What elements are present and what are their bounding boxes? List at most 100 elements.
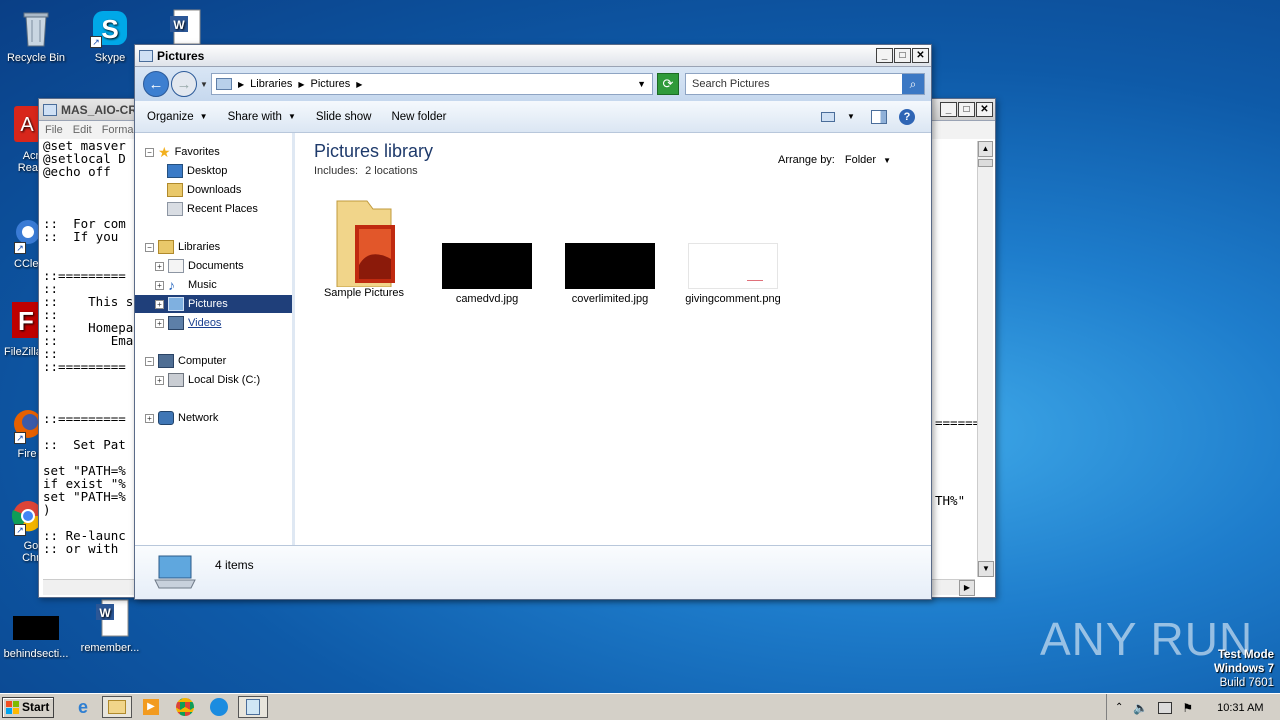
minimize-button[interactable]: _ (876, 48, 893, 63)
recent-pages-dropdown[interactable]: ▼ (200, 80, 208, 89)
start-button[interactable]: Start (2, 696, 54, 718)
view-dropdown-icon[interactable]: ▼ (847, 112, 855, 121)
desktop-icon-acrobat[interactable]: A Acro Reade (0, 106, 50, 174)
menu-file[interactable]: File (45, 124, 63, 136)
breadcrumb-pictures[interactable]: Pictures (311, 78, 351, 90)
star-icon: ★ (158, 143, 171, 160)
show-hidden-icons-button[interactable]: ⌃ (1115, 702, 1123, 713)
file-item-sample-pictures[interactable]: Sample Pictures (314, 195, 414, 299)
expand-icon[interactable]: + (155, 299, 164, 309)
search-icon[interactable]: ⌕ (902, 74, 924, 94)
forward-button[interactable]: → (171, 71, 197, 97)
collapse-icon[interactable]: − (145, 147, 154, 157)
tree-label: Libraries (178, 241, 221, 253)
scroll-thumb[interactable] (978, 159, 993, 167)
maximize-button[interactable]: □ (894, 48, 911, 63)
build-text: Build 7601 (1219, 677, 1274, 689)
file-list-pane[interactable]: Pictures library Includes: 2 locations A… (298, 133, 931, 545)
chrome-icon (176, 698, 194, 716)
search-input[interactable]: Search Pictures ⌕ (685, 73, 925, 95)
minimize-button[interactable]: _ (940, 102, 957, 117)
collapse-icon[interactable]: − (145, 356, 154, 366)
scroll-right-arrow[interactable]: ▶ (959, 580, 975, 596)
desktop-folder-icon (167, 164, 183, 178)
arrange-by-dropdown[interactable]: Folder ▼ (845, 154, 891, 166)
tree-libraries[interactable]: − Libraries (145, 238, 220, 256)
desktop-icon-ccleaner[interactable]: ↗ CClea (0, 214, 40, 270)
taskbar-explorer[interactable] (102, 696, 132, 718)
organize-button[interactable]: Organize ▼ (147, 111, 208, 123)
action-center-flag-icon[interactable]: ⚑ (1182, 701, 1193, 715)
file-item-givingcomment[interactable]: givingcomment.png (683, 195, 783, 305)
tree-desktop[interactable]: Desktop (167, 162, 227, 180)
new-folder-button[interactable]: New folder (391, 111, 446, 123)
menu-edit[interactable]: Edit (73, 124, 92, 136)
back-button[interactable]: ← (143, 71, 169, 97)
expand-icon[interactable]: + (155, 318, 164, 328)
desktop-icon-behindsection[interactable]: behindsecti... (0, 604, 72, 660)
notepad-vertical-scrollbar[interactable]: ▲ ▼ (977, 141, 994, 577)
desktop-icon-label: FileZilla (4, 346, 40, 358)
desktop-icon-filezilla[interactable]: F FileZilla (0, 302, 40, 358)
expand-icon[interactable]: + (155, 261, 164, 271)
taskbar-internet-explorer[interactable]: e (68, 696, 98, 718)
scroll-down-arrow[interactable]: ▼ (978, 561, 994, 577)
network-icon (158, 411, 174, 425)
taskbar-media-player[interactable]: ▶ (136, 696, 166, 718)
expand-icon[interactable]: + (145, 413, 154, 423)
explorer-window[interactable]: Pictures _ □ ✕ ← → ▼ ▶ Libraries ▶ Pictu… (134, 44, 932, 600)
media-player-icon: ▶ (143, 699, 159, 715)
file-item-camedvd[interactable]: camedvd.jpg (437, 195, 537, 305)
tree-downloads[interactable]: Downloads (167, 181, 241, 199)
tree-label: Desktop (187, 165, 228, 177)
tree-label: Music (188, 279, 217, 291)
acrobat-reader-icon: A (0, 106, 40, 146)
tree-music[interactable]: + ♪ Music (155, 276, 217, 294)
tree-network[interactable]: + Network (145, 409, 218, 427)
includes-locations-link[interactable]: 2 locations (365, 165, 418, 177)
address-bar[interactable]: ▶ Libraries ▶ Pictures ▶ ▼ (211, 73, 653, 95)
help-icon[interactable]: ? (899, 108, 915, 125)
desktop-icon-remember[interactable]: W remember... (74, 598, 146, 654)
expand-icon[interactable]: + (155, 375, 164, 385)
tree-pictures[interactable]: + Pictures (135, 295, 292, 313)
taskbar-chrome[interactable] (170, 696, 200, 718)
share-with-button[interactable]: Share with ▼ (228, 111, 296, 123)
desktop-icon-firefox[interactable]: ↗ Fire (0, 404, 42, 460)
taskbar-notepad[interactable] (238, 696, 268, 718)
refresh-button[interactable]: ⟳ (657, 73, 679, 95)
tree-local-disk[interactable]: + Local Disk (C:) (155, 371, 260, 389)
desktop-icon-chrome[interactable]: ↗ Goo Chro (0, 496, 46, 564)
volume-icon[interactable]: 🔈 (1133, 701, 1148, 715)
ccleaner-icon: ↗ (0, 214, 40, 254)
expand-icon[interactable]: + (155, 280, 164, 290)
explorer-titlebar[interactable]: Pictures _ □ ✕ (135, 45, 931, 67)
os-notice: Test Mode Windows 7 Build 7601 (1214, 648, 1274, 690)
breadcrumb-separator-icon[interactable]: ▶ (238, 80, 244, 89)
network-status-icon[interactable] (1158, 701, 1173, 714)
clock[interactable]: 10:31 AM (1217, 702, 1263, 714)
tree-recent-places[interactable]: Recent Places (167, 200, 258, 218)
close-button[interactable]: ✕ (912, 48, 929, 63)
maximize-button[interactable]: □ (958, 102, 975, 117)
address-dropdown-icon[interactable]: ▼ (637, 79, 646, 89)
shortcut-arrow-icon: ↗ (90, 36, 102, 48)
scroll-up-arrow[interactable]: ▲ (978, 141, 993, 157)
breadcrumb-separator-icon[interactable]: ▶ (356, 80, 362, 89)
preview-pane-icon[interactable] (871, 109, 887, 124)
tree-documents[interactable]: + Documents (155, 257, 244, 275)
close-button[interactable]: ✕ (976, 102, 993, 117)
file-item-coverlimited[interactable]: coverlimited.jpg (560, 195, 660, 305)
breadcrumb-libraries[interactable]: Libraries (250, 78, 292, 90)
tree-videos[interactable]: + Videos (155, 314, 221, 332)
taskbar-edge[interactable] (204, 696, 234, 718)
tree-favorites[interactable]: − ★ Favorites (145, 143, 220, 161)
desktop-icon-recycle-bin[interactable]: Recycle Bin (0, 8, 72, 64)
breadcrumb-separator-icon[interactable]: ▶ (298, 80, 304, 89)
menu-format[interactable]: Forma (102, 124, 134, 136)
change-view-icon[interactable] (821, 111, 835, 122)
collapse-icon[interactable]: − (145, 242, 154, 252)
notepad-title: MAS_AIO-CR (61, 102, 138, 117)
tree-computer[interactable]: − Computer (145, 352, 226, 370)
slide-show-button[interactable]: Slide show (316, 111, 372, 123)
